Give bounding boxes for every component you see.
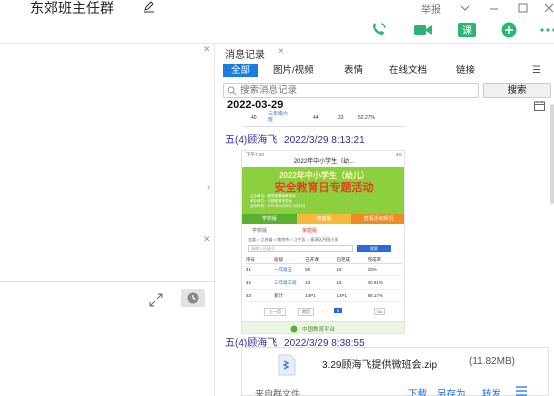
- image-message-partial[interactable]: 40 三年级六班 44 23 52.27%: [243, 109, 405, 127]
- history-button[interactable]: [181, 289, 205, 307]
- banner-subtitle: 安全教育日专题活动: [274, 182, 374, 194]
- expand-icon[interactable]: [148, 292, 164, 308]
- go-button[interactable]: Go: [374, 308, 386, 315]
- shot-search-button[interactable]: 搜索: [357, 245, 391, 252]
- minimize-icon[interactable]: [488, 2, 500, 14]
- sender-name[interactable]: 五(4)顾海飞: [225, 135, 277, 146]
- forward-link[interactable]: 转发: [482, 386, 501, 396]
- group-title: 东郊班主任群: [30, 0, 114, 16]
- first-page[interactable]: 首页: [298, 308, 314, 316]
- filter-online-docs[interactable]: 在线文档: [389, 64, 427, 77]
- edit-title-icon[interactable]: [143, 0, 155, 13]
- close-icon[interactable]: ✕: [203, 44, 211, 55]
- voice-call-icon[interactable]: [369, 22, 389, 38]
- file-message[interactable]: 3.29顾海飞提供微班会.zip (11.82MB) 来自群文件 下载 另存为 …: [241, 347, 549, 396]
- search-icon: [227, 86, 237, 96]
- search-box[interactable]: [223, 83, 479, 98]
- more-icon[interactable]: [539, 22, 554, 38]
- filter-tabs: 全部 图片/视频 表情 在线文档 链接: [220, 64, 554, 78]
- tab-school[interactable]: 学校版: [252, 227, 267, 234]
- filter-links[interactable]: 链接: [456, 64, 475, 77]
- menu-school[interactable]: 学校版: [242, 214, 297, 224]
- footer-bar: 中国教育平台: [242, 321, 404, 333]
- banner-info: 主办单位：教育部基础教育司 承办单位：中国教育电视台 活动时间：2022年3月2…: [250, 194, 306, 208]
- scrollbar[interactable]: [550, 104, 554, 204]
- svg-text:课: 课: [462, 25, 472, 37]
- download-link[interactable]: 下载: [408, 386, 427, 396]
- zip-file-icon: [278, 354, 296, 376]
- table-row: 41 一年级五 60 18 33%: [246, 264, 402, 276]
- tab-family[interactable]: 家庭版: [302, 227, 317, 234]
- data-table: 序号 班级 已开课 已完成 完成率 41 一年级五 60 18 33% 42 三…: [246, 255, 402, 302]
- table-cell: 三年级六班: [268, 111, 289, 123]
- message-history-panel: 消息记录 × 全部 图片/视频 表情 在线文档 链接 ☰ 搜索 2022-03-…: [220, 44, 554, 396]
- tab-message-history[interactable]: 消息记录: [225, 46, 265, 61]
- table-cell: 52.27%: [358, 115, 375, 121]
- chat-area[interactable]: ✕ › ✕: [0, 44, 215, 396]
- close-tab-icon[interactable]: ×: [278, 46, 284, 57]
- maximize-icon[interactable]: [517, 2, 529, 14]
- prev-page[interactable]: 上一页: [264, 308, 286, 316]
- breadcrumb: 全部 > 江苏省 > 南京市 > 江宁区 > 高淳区丹阳小学: [248, 237, 339, 242]
- table-row: 43 新计 14P1 14P1 88.17%: [246, 290, 402, 302]
- table-cell: 23: [338, 115, 344, 121]
- add-app-icon[interactable]: [500, 22, 520, 38]
- video-call-icon[interactable]: [413, 22, 433, 38]
- class-icon[interactable]: 课: [457, 22, 477, 38]
- report-link[interactable]: 举报: [421, 1, 441, 16]
- message-time: 2022/3/29 8:13:21: [284, 135, 365, 146]
- footer-text: 中国教育平台: [302, 327, 336, 333]
- close-icon[interactable]: ✕: [203, 234, 211, 245]
- save-as-link[interactable]: 另存为: [437, 386, 466, 396]
- search-button[interactable]: 搜索: [483, 83, 551, 98]
- filter-all[interactable]: 全部: [223, 64, 259, 77]
- logo-icon: [290, 325, 298, 333]
- shot-title: 2022年中小学生（幼...: [293, 159, 355, 165]
- title-bar: 东郊班主任群 举报: [0, 0, 554, 18]
- close-icon[interactable]: [543, 2, 554, 14]
- table-row: 42 三年级三班 44 18 40.91%: [246, 276, 402, 290]
- filter-icon[interactable]: ☰: [532, 65, 541, 76]
- search-input[interactable]: [240, 84, 475, 97]
- menu-icon[interactable]: [515, 386, 528, 396]
- file-name[interactable]: 3.29顾海飞提供微班会.zip: [322, 356, 437, 371]
- event-banner: 2022年中小学生（幼儿） 安全教育日专题活动 主办单位：教育部基础教育司 承办…: [242, 167, 404, 214]
- filter-stickers[interactable]: 表情: [344, 64, 363, 77]
- divider: [0, 281, 215, 282]
- message-sender: 五(4)顾海飞 2022/3/29 8:13:21: [225, 131, 365, 146]
- file-source: 来自群文件: [255, 389, 301, 396]
- menu-view[interactable]: 查看活动情况: [351, 214, 404, 224]
- pager: 上一页 首页 ... 5 Go: [264, 308, 392, 316]
- chevron-down-icon[interactable]: [459, 2, 471, 14]
- image-message[interactable]: 下午7:43 4G 2022年中小学生（幼... 2022年中小学生（幼儿） 安…: [241, 150, 405, 334]
- table-cell: 40: [251, 115, 257, 121]
- filter-images-videos[interactable]: 图片/视频: [273, 64, 314, 77]
- menu-family[interactable]: 家庭版: [296, 214, 352, 224]
- clock-icon: [187, 292, 199, 304]
- table-cell: 44: [313, 115, 319, 121]
- class-select[interactable]: 请输入班级号: [248, 245, 353, 252]
- file-size: (11.82MB): [469, 356, 515, 367]
- calendar-icon[interactable]: [534, 101, 545, 111]
- chevron-right-icon[interactable]: ›: [207, 182, 210, 193]
- page-current[interactable]: 5: [334, 308, 343, 313]
